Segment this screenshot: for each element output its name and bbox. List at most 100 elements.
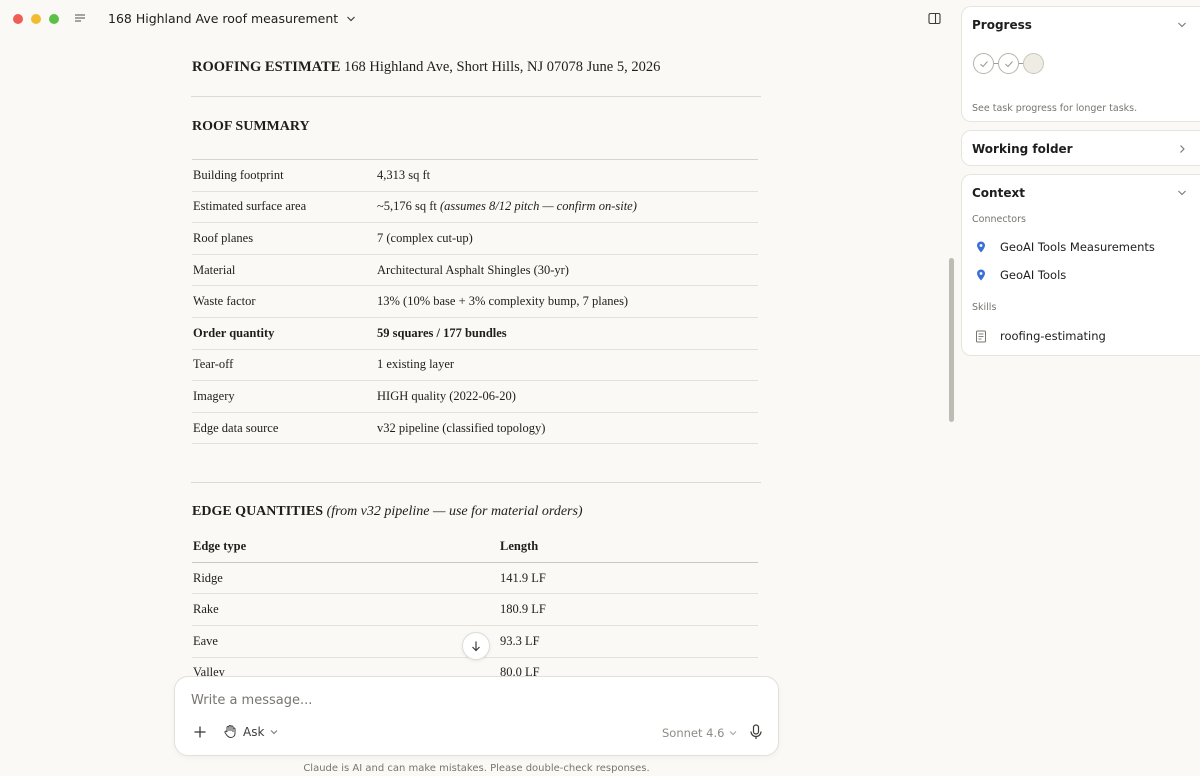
working-folder-title: Working folder [972, 142, 1073, 156]
summary-value: 13% (10% base + 3% complexity bump, 7 pl… [377, 294, 629, 309]
toggle-panel-icon[interactable] [928, 12, 941, 25]
summary-value: 1 existing layer [377, 357, 455, 372]
estimate-header-details: 168 Highland Ave, Short Hills, NJ 07078 … [340, 59, 661, 75]
connector-label: GeoAI Tools [1000, 268, 1067, 282]
table-row: Building footprint 4,313 sq ft [192, 159, 758, 192]
summary-value: Architectural Asphalt Shingles (30-yr) [377, 262, 569, 277]
chevron-down-icon [347, 16, 356, 21]
map-pin-icon [974, 241, 987, 254]
table-header-row: Edge type Length [192, 530, 758, 563]
summary-value-cell: 59 squares / 177 bundles [376, 317, 758, 350]
edge-quantities-title: EDGE QUANTITIES (from v32 pipeline — use… [192, 504, 760, 520]
divider [191, 96, 761, 97]
summary-key: Waste factor [192, 285, 376, 318]
summary-key: Order quantity [192, 317, 376, 350]
edge-type-cell: Ridge [192, 562, 499, 595]
summary-value-cell: v32 pipeline (classified topology) [376, 412, 758, 445]
estimate-document: ROOFING ESTIMATE 168 Highland Ave, Short… [191, 38, 761, 690]
zoom-window-button[interactable] [49, 14, 59, 24]
summary-value: HIGH quality (2022-06-20) [377, 388, 516, 403]
edge-length-cell: 180.9 LF [499, 593, 758, 627]
message-composer: Ask Sonnet 4.6 [174, 676, 779, 756]
connectors-label: Connectors [972, 214, 1026, 225]
table-row: Edge data source v32 pipeline (classified… [192, 412, 758, 445]
step-complete-1 [973, 53, 994, 74]
progress-note: See task progress for longer tasks. [972, 103, 1138, 114]
close-window-button[interactable] [13, 14, 23, 24]
microphone-icon[interactable] [749, 724, 763, 740]
summary-value-cell: 7 (complex cut-up) [376, 222, 758, 255]
window-controls [13, 14, 59, 24]
summary-key: Roof planes [192, 222, 376, 255]
summary-note: (assumes 8/12 pitch — confirm on-site) [440, 199, 637, 214]
summary-value: 59 squares / 177 bundles [377, 325, 507, 340]
summary-key: Material [192, 254, 376, 287]
edge-quantities-title-note: (from v32 pipeline — use for material or… [323, 504, 583, 520]
table-row: Ridge 141.9 LF [192, 562, 758, 595]
ai-disclaimer: Claude is AI and can make mistakes. Plea… [303, 763, 650, 774]
map-pin-icon [974, 269, 987, 282]
message-input[interactable] [191, 693, 751, 708]
summary-value-cell: HIGH quality (2022-06-20) [376, 380, 758, 413]
column-header-length: Length [499, 530, 758, 563]
mode-label: Ask [243, 724, 265, 739]
check-icon [979, 60, 988, 67]
summary-value-cell: 4,313 sq ft [376, 159, 758, 192]
table-row: Material Architectural Asphalt Shingles (… [192, 254, 758, 287]
estimate-header-title: ROOFING ESTIMATE [192, 59, 341, 75]
summary-value: 7 (complex cut-up) [377, 230, 473, 245]
document-icon [974, 330, 987, 343]
connector-label: GeoAI Tools Measurements [1000, 240, 1155, 254]
edge-quantities-table: Edge type Length Ridge 141.9 LF Rake 180.9 … [192, 530, 758, 690]
edge-quantities-title-bold: EDGE QUANTITIES [192, 504, 324, 520]
scrollbar-thumb[interactable] [949, 258, 954, 422]
minimize-window-button[interactable] [31, 14, 41, 24]
summary-value: 4,313 sq ft [377, 167, 431, 182]
summary-key: Edge data source [192, 412, 376, 445]
sidebar-menu-icon[interactable] [74, 12, 86, 24]
summary-key: Building footprint [192, 159, 376, 192]
progress-steps [973, 53, 1044, 74]
check-icon [1004, 60, 1013, 67]
summary-value-cell: Architectural Asphalt Shingles (30-yr) [376, 254, 758, 287]
conversation-title-dropdown[interactable]: 168 Highland Ave roof measurement [108, 11, 356, 26]
scroll-to-bottom-button[interactable] [462, 632, 490, 660]
connector-geoai-tools[interactable]: GeoAI Tools [974, 268, 1066, 282]
connector-geoai-tools-measurements[interactable]: GeoAI Tools Measurements [974, 240, 1155, 254]
roof-summary-title: ROOF SUMMARY [192, 119, 310, 134]
model-label: Sonnet 4.6 [662, 726, 725, 740]
chevron-down-icon[interactable] [1177, 20, 1187, 30]
summary-key: Tear-off [192, 349, 376, 382]
roof-summary-table: Building footprint 4,313 sq ft Estimated s… [192, 159, 758, 445]
summary-value-cell: 13% (10% base + 3% complexity bump, 7 pl… [376, 285, 758, 318]
table-row: Waste factor 13% (10% base + 3% complexit… [192, 285, 758, 318]
edge-type-cell: Eave [192, 625, 499, 658]
add-attachment-button[interactable] [193, 725, 207, 739]
table-row: Roof planes 7 (complex cut-up) [192, 222, 758, 255]
chevron-right-icon [1180, 145, 1185, 153]
context-panel: Context Connectors GeoAI Tools Measureme… [961, 174, 1200, 356]
table-row: Order quantity 59 squares / 177 bundles [192, 317, 758, 350]
arrow-down-icon [472, 641, 480, 652]
top-bar: 168 Highland Ave roof measurement [0, 0, 950, 38]
context-title: Context [972, 186, 1025, 200]
step-pending [1023, 53, 1044, 74]
summary-value: v32 pipeline (classified topology) [377, 420, 546, 435]
model-selector-button[interactable]: Sonnet 4.6 [662, 726, 737, 740]
mode-selector-button[interactable]: Ask [223, 724, 278, 739]
step-complete-2 [998, 53, 1019, 74]
estimate-header: ROOFING ESTIMATE 168 Highland Ave, Short… [192, 59, 760, 79]
table-row: Tear-off 1 existing layer [192, 349, 758, 382]
summary-key: Estimated surface area [192, 191, 376, 224]
progress-title: Progress [972, 18, 1032, 32]
edge-type-cell: Rake [192, 593, 499, 627]
skill-roofing-estimating[interactable]: roofing-estimating [974, 329, 1106, 343]
skill-label: roofing-estimating [1000, 329, 1106, 343]
chevron-down-icon[interactable] [1177, 188, 1187, 198]
working-folder-panel[interactable]: Working folder [961, 130, 1200, 166]
summary-value-cell: 1 existing layer [376, 349, 758, 382]
edge-length-cell: 93.3 LF [499, 625, 758, 658]
summary-key: Imagery [192, 380, 376, 413]
table-row: Estimated surface area ~5,176 sq ft (assu… [192, 191, 758, 224]
chevron-down-icon [271, 729, 278, 734]
